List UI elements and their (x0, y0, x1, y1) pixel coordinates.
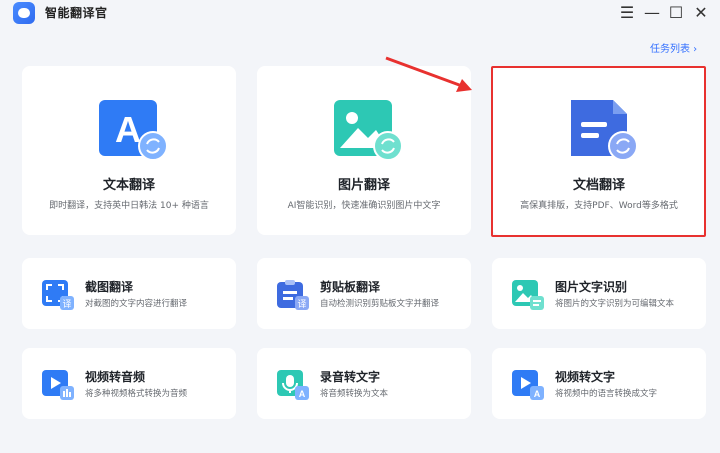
menu-icon[interactable]: ☰ (616, 2, 638, 24)
app-logo-icon (13, 2, 35, 24)
task-list-link[interactable]: 任务列表 › (650, 40, 697, 55)
app-title: 智能翻译官 (45, 6, 108, 20)
image-ocr-card[interactable]: 图片文字识别 将图片的文字识别为可编辑文本 (492, 258, 706, 329)
card-description: 将视频中的语言转换成文字 (555, 389, 658, 399)
minimize-icon[interactable]: — (641, 2, 663, 24)
card-description: 高保真排版，支持PDF、Word等多格式 (520, 201, 678, 211)
video-to-audio-card[interactable]: 视频转音频 将多种视频格式转换为音频 (22, 348, 236, 419)
card-description: 将音频转换为文本 (320, 389, 389, 399)
card-description: 将图片的文字识别为可编辑文本 (555, 299, 675, 309)
card-title: 录音转文字 (320, 370, 381, 384)
text-translate-icon: A (99, 100, 167, 161)
audio-to-text-card[interactable]: A 录音转文字 将音频转换为文本 (257, 348, 471, 419)
card-description: 对截图的文字内容进行翻译 (85, 299, 188, 309)
audio-to-text-icon: A (277, 370, 309, 400)
card-description: 即时翻译，支持英中日韩法 10+ 种语言 (49, 201, 209, 211)
close-icon[interactable]: ✕ (690, 2, 712, 24)
translate-badge-label: 译 (297, 299, 306, 310)
translate-badge-label: 译 (62, 299, 71, 310)
card-title: 视频转音频 (85, 370, 146, 384)
card-title: 截图翻译 (85, 280, 134, 294)
video-to-text-card[interactable]: A 视频转文字 将视频中的语言转换成文字 (492, 348, 706, 419)
clipboard-translate-card[interactable]: 译 剪贴板翻译 自动检测识别剪贴板文字并翻译 (257, 258, 471, 329)
maximize-icon[interactable]: ☐ (665, 2, 687, 24)
image-translate-icon (334, 100, 402, 161)
document-translate-icon (571, 100, 637, 161)
screenshot-translate-icon: 译 (42, 280, 74, 310)
card-title: 图片文字识别 (555, 280, 628, 294)
card-description: 自动检测识别剪贴板文字并翻译 (320, 299, 440, 309)
card-title: 图片翻译 (337, 178, 390, 193)
card-title: 文本翻译 (102, 178, 155, 193)
image-ocr-icon (512, 280, 544, 310)
text-translate-card[interactable]: A 文本翻译 即时翻译，支持英中日韩法 10+ 种语言 (22, 66, 236, 235)
card-description: 将多种视频格式转换为音频 (85, 389, 188, 399)
text-icon-letter: A (115, 109, 141, 150)
annotation-arrow-icon (385, 56, 472, 92)
card-title: 文档翻译 (572, 178, 625, 193)
screenshot-translate-card[interactable]: 译 截图翻译 对截图的文字内容进行翻译 (22, 258, 236, 329)
text-badge-letter: A (534, 389, 541, 399)
video-to-audio-icon (42, 370, 74, 400)
video-to-text-icon: A (512, 370, 544, 400)
title-bar: 智能翻译官 ☰ — ☐ ✕ (0, 0, 720, 27)
document-translate-card[interactable]: 文档翻译 高保真排版，支持PDF、Word等多格式 (492, 66, 706, 235)
card-description: AI智能识别，快速准确识别图片中文字 (287, 201, 441, 211)
card-title: 视频转文字 (555, 370, 616, 384)
card-title: 剪贴板翻译 (320, 280, 381, 294)
clipboard-translate-icon: 译 (277, 280, 309, 310)
text-badge-letter: A (299, 389, 306, 399)
